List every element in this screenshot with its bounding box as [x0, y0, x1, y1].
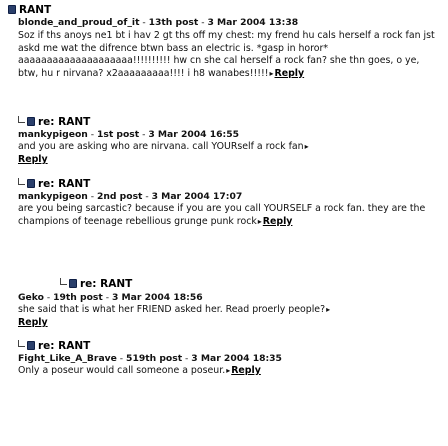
post-body-text: Soz if ths anoys ne1 bt i hav 2 gt ths o…: [18, 30, 435, 79]
post-author[interactable]: blonde_and_proud_of_it: [18, 17, 139, 28]
post-title[interactable]: re: RANT: [38, 116, 90, 128]
arrow-icon: ▸: [326, 305, 331, 314]
post-body: she said that is what her FRIEND asked h…: [18, 304, 443, 317]
reply-row: Reply: [18, 154, 48, 167]
post-body: Soz if ths anoys ne1 bt i hav 2 gt ths o…: [18, 30, 438, 80]
post-heading: re: RANT: [60, 278, 132, 291]
post-title[interactable]: re: RANT: [80, 278, 132, 290]
meta-separator: -: [139, 17, 149, 28]
post-body: and you are asking who are nirvana. call…: [18, 141, 438, 154]
post-meta: blonde_and_proud_of_it - 13th post - 3 M…: [18, 17, 298, 29]
post-date: 3 Mar 2004 16:55: [148, 129, 240, 140]
post-body-text: are you being sarcastic? because if you …: [18, 203, 426, 227]
post-date: 3 Mar 2004 18:56: [111, 292, 203, 303]
meta-separator: -: [87, 191, 97, 202]
arrow-icon: ▸: [257, 216, 262, 226]
reply-link[interactable]: Reply: [18, 154, 48, 165]
post-count: 519th post: [126, 353, 183, 364]
board-icon: [8, 5, 16, 14]
post-meta: Geko - 19th post - 3 Mar 2004 18:56: [18, 292, 203, 304]
board-icon: [27, 117, 35, 126]
post-heading: re: RANT: [18, 178, 90, 191]
post-meta: mankypigeon - 2nd post - 3 Mar 2004 17:0…: [18, 191, 242, 203]
arrow-icon: ▸: [226, 366, 231, 375]
post-title[interactable]: RANT: [19, 4, 51, 16]
reply-link[interactable]: Reply: [18, 317, 48, 328]
post-title[interactable]: re: RANT: [38, 340, 90, 352]
post-date: 3 Mar 2004 13:38: [207, 17, 299, 28]
reply-row: Reply: [18, 317, 48, 330]
post-author[interactable]: Fight_Like_A_Brave: [18, 353, 117, 364]
post-heading: re: RANT: [18, 340, 90, 353]
post-author[interactable]: Geko: [18, 292, 44, 303]
post-meta: Fight_Like_A_Brave - 519th post - 3 Mar …: [18, 353, 282, 365]
meta-separator: -: [182, 353, 192, 364]
reply-link[interactable]: Reply: [231, 365, 261, 376]
reply-connector-icon: [60, 278, 67, 285]
reply-link[interactable]: Reply: [263, 216, 293, 227]
post-author[interactable]: mankypigeon: [18, 129, 88, 140]
arrow-icon: ▸: [269, 68, 274, 78]
reply-connector-icon: [18, 178, 25, 185]
meta-separator: -: [43, 292, 54, 303]
post-meta: mankypigeon - 1st post - 3 Mar 2004 16:5…: [18, 129, 239, 141]
post-body-text: she said that is what her FRIEND asked h…: [18, 304, 326, 315]
meta-separator: -: [139, 129, 149, 140]
arrow-icon: ▸: [304, 142, 309, 151]
post-count: 2nd post: [96, 191, 143, 202]
post-author[interactable]: mankypigeon: [18, 191, 88, 202]
meta-separator: -: [116, 353, 127, 364]
post-heading: RANT: [8, 4, 51, 17]
post-body-text: and you are asking who are nirvana. call…: [18, 141, 304, 152]
post-body: Only a poseur would call someone a poseu…: [18, 365, 443, 378]
reply-link[interactable]: Reply: [275, 68, 305, 79]
board-icon: [27, 179, 35, 188]
post-date: 3 Mar 2004 17:07: [151, 191, 243, 202]
meta-separator: -: [102, 292, 112, 303]
post-count: 1st post: [96, 129, 140, 140]
post-date: 3 Mar 2004 18:35: [191, 353, 282, 364]
post-count: 13th post: [148, 17, 199, 28]
post-body-text: Only a poseur would call someone a poseu…: [18, 365, 226, 376]
meta-separator: -: [142, 191, 152, 202]
board-icon: [27, 341, 35, 350]
reply-connector-icon: [18, 340, 25, 347]
post-heading: re: RANT: [18, 116, 90, 129]
post-body: are you being sarcastic? because if you …: [18, 203, 438, 228]
post-title[interactable]: re: RANT: [38, 178, 90, 190]
post-count: 19th post: [53, 292, 103, 303]
meta-separator: -: [87, 129, 97, 140]
reply-connector-icon: [18, 116, 25, 123]
board-icon: [69, 279, 77, 288]
